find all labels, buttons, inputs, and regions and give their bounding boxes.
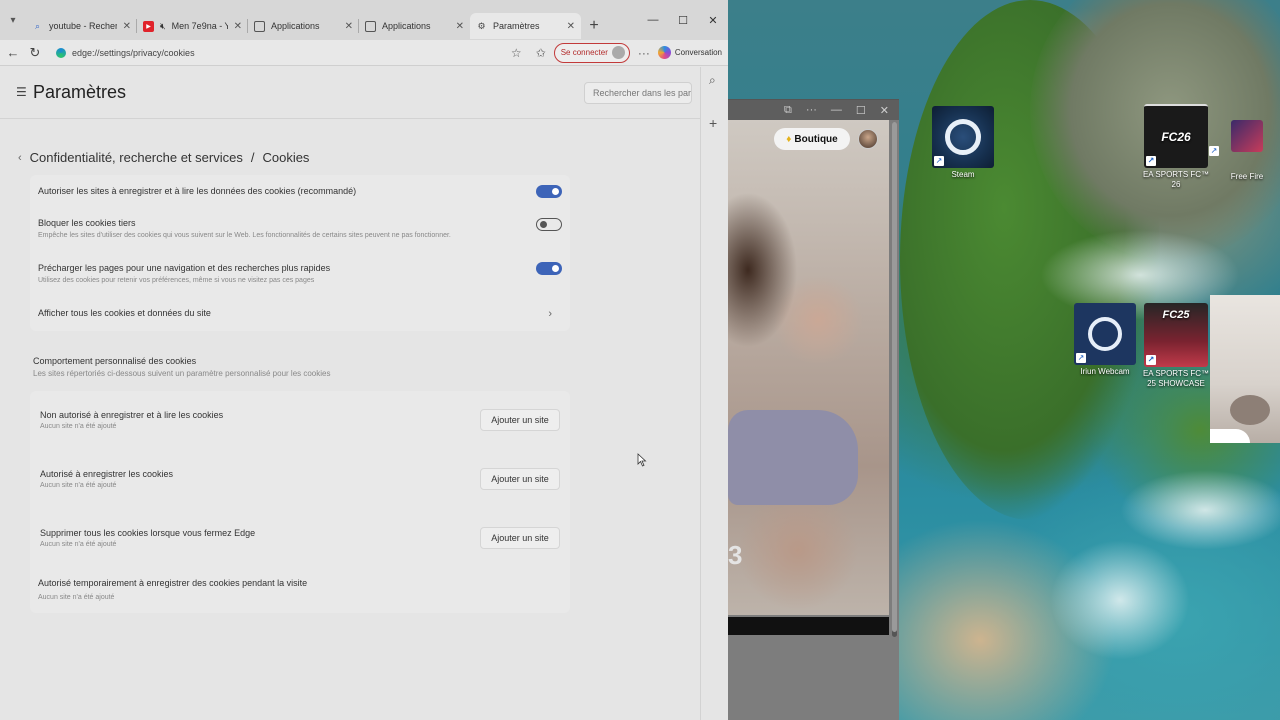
setting-row-allow-cookies: Autoriser les sites à enregistrer et à l… <box>38 185 562 198</box>
refresh-icon[interactable]: ↻ <box>28 45 42 61</box>
back-arrow-icon[interactable]: ← <box>6 45 20 60</box>
more-options-icon[interactable]: ··· <box>638 46 650 60</box>
page-icon <box>254 20 265 32</box>
add-site-clear-on-exit-button[interactable]: Ajouter un site <box>480 527 560 549</box>
page-icon <box>365 20 376 32</box>
desktop-icon-steam[interactable]: ↗ Steam <box>928 106 998 180</box>
close-tab-icon[interactable]: ✕ <box>456 21 464 32</box>
desktop-icon-label: Free Fire <box>1230 172 1264 181</box>
desktop-icon-iriun[interactable]: ↗ Iriun Webcam <box>1070 303 1140 377</box>
profile-avatar-icon <box>611 46 625 59</box>
more-icon[interactable]: ··· <box>806 104 817 116</box>
preload-toggle[interactable] <box>536 262 562 275</box>
youtube-icon: ▶ <box>143 20 154 32</box>
search-icon[interactable]: ⌕ <box>709 73 716 88</box>
settings-search-input[interactable]: Rechercher dans les par <box>584 82 692 104</box>
avatar[interactable] <box>858 129 878 149</box>
desktop-icon-label: EA SPORTS FC™ 26 <box>1142 170 1210 189</box>
muted-speaker-icon[interactable]: 🔇︎ <box>160 21 166 32</box>
list-item: Autorisé à enregistrer les cookies Aucun… <box>40 468 560 490</box>
list-item: Supprimer tous les cookies lorsque vous … <box>40 527 560 549</box>
list-item: Autorisé temporairement à enregistrer de… <box>38 578 308 601</box>
scrollbar[interactable] <box>892 122 897 637</box>
photo-window[interactable] <box>1210 295 1280 443</box>
copilot-conversation-button[interactable]: Conversation <box>657 46 722 59</box>
tab-youtube-search[interactable]: ⌕ youtube - Recherche ✕ <box>26 13 137 39</box>
allow-cookies-toggle[interactable] <box>536 185 562 198</box>
close-tab-icon[interactable]: ✕ <box>567 21 575 32</box>
desktop-icon-fc26[interactable]: FC26 ↗ EA SPORTS FC™ 26 <box>1141 104 1211 190</box>
add-site-allow-button[interactable]: Ajouter un site <box>480 468 560 490</box>
gear-icon: ⚙ <box>477 20 486 31</box>
close-tab-icon[interactable]: ✕ <box>234 21 242 32</box>
edge-sidebar: ⌕ + <box>700 67 728 720</box>
tab-strip: ▾ ⌕ youtube - Recherche ✕ ▶ 🔇︎ Men 7e9na… <box>0 0 728 40</box>
favorites-icon[interactable]: ✩ <box>536 46 546 60</box>
video-bar <box>728 617 889 635</box>
settings-header: ☰ Paramètres Rechercher dans les par <box>0 67 700 119</box>
tab-actions-chevron-icon[interactable]: ▾ <box>0 0 26 40</box>
search-icon: ⌕ <box>34 20 41 31</box>
tab-applications-1[interactable]: Applications ✕ <box>248 13 359 39</box>
breadcrumb: ‹ Confidentialité, recherche et services… <box>18 150 310 165</box>
chevron-right-icon: › <box>548 308 552 320</box>
video-frame[interactable]: 3 <box>728 120 889 635</box>
close-icon[interactable]: ✕ <box>880 104 889 117</box>
diamond-icon: ♦ <box>786 133 792 145</box>
desktop-icon-label: Iriun Webcam <box>1080 367 1130 376</box>
minimize-icon[interactable]: — <box>831 104 842 116</box>
favorite-star-icon[interactable]: ☆ <box>511 46 522 60</box>
boutique-button[interactable]: ♦ Boutique <box>774 128 850 150</box>
setting-row-preload: Précharger les pages pour une navigation… <box>38 262 562 284</box>
window-controls: — ☐ ✕ <box>638 10 728 30</box>
add-site-block-button[interactable]: Ajouter un site <box>480 409 560 431</box>
steam-icon: ↗ <box>932 106 994 168</box>
edge-logo-icon <box>56 47 66 58</box>
list-item: Non autorisé à enregistrer et à lire les… <box>40 409 560 431</box>
fc25-icon: FC25 ↗ <box>1144 303 1208 367</box>
back-chevron-icon[interactable]: ‹ <box>18 152 22 164</box>
setting-row-block-third-party: Bloquer les cookies tiers Empêche les si… <box>38 218 562 239</box>
webcam-icon: ↗ <box>1074 303 1136 365</box>
tab-applications-2[interactable]: Applications ✕ <box>359 13 470 39</box>
block-third-party-toggle[interactable] <box>536 218 562 231</box>
maximize-icon[interactable]: ☐ <box>856 104 866 117</box>
breadcrumb-parent[interactable]: Confidentialité, recherche et services <box>30 150 243 165</box>
overlay-number: 3 <box>728 540 743 570</box>
settings-page: ☰ Paramètres Rechercher dans les par ‹ C… <box>0 67 700 720</box>
desktop-icon-label: Steam <box>951 170 975 179</box>
close-icon[interactable]: ✕ <box>698 10 728 30</box>
maximize-icon[interactable]: ☐ <box>668 10 698 30</box>
new-tab-button[interactable]: + <box>581 13 607 39</box>
app-window[interactable]: ⧉ ··· — ☐ ✕ 3 ♦ Boutique <box>728 99 899 720</box>
freefire-icon: ↗ <box>1209 120 1263 156</box>
snap-icon[interactable]: ⧉ <box>784 104 792 117</box>
url-text: edge://settings/privacy/cookies <box>72 47 195 58</box>
desktop-icon-freefire[interactable]: ↗ Free Fire <box>1209 120 1280 182</box>
desktop-icon-label: EA SPORTS FC™ 25 SHOWCASE <box>1142 369 1210 388</box>
desktop-icon-fc25[interactable]: FC25 ↗ EA SPORTS FC™ 25 SHOWCASE <box>1141 303 1211 389</box>
tab-settings[interactable]: ⚙ Paramètres ✕ <box>470 13 581 39</box>
page-title: Paramètres <box>33 82 127 102</box>
custom-cookies-card: Non autorisé à enregistrer et à lire les… <box>30 391 570 613</box>
fc26-icon: FC26 ↗ <box>1144 104 1208 168</box>
address-bar[interactable]: edge://settings/privacy/cookies ☆ <box>50 43 528 63</box>
copilot-icon <box>657 46 671 59</box>
mouse-cursor-icon <box>637 453 647 467</box>
cookies-settings-card: Autoriser les sites à enregistrer et à l… <box>30 175 570 331</box>
menu-icon[interactable]: ☰ <box>16 85 27 99</box>
sign-in-button[interactable]: Se connecter <box>553 42 630 63</box>
edge-window: ▾ ⌕ youtube - Recherche ✕ ▶ 🔇︎ Men 7e9na… <box>0 0 728 720</box>
tab-youtube-video[interactable]: ▶ 🔇︎ Men 7e9na - Yo ✕ <box>137 13 248 39</box>
add-sidebar-app-icon[interactable]: + <box>709 115 717 131</box>
close-tab-icon[interactable]: ✕ <box>345 21 353 32</box>
custom-behavior-title: Comportement personnalisé des cookies <box>33 356 197 366</box>
browser-toolbar: ← ↻ edge://settings/privacy/cookies ☆ ✩ … <box>0 40 728 66</box>
custom-behavior-subtitle: Les sites répertoriés ci-dessous suivent… <box>33 369 331 378</box>
breadcrumb-current: Cookies <box>262 150 310 165</box>
minimize-icon[interactable]: — <box>638 10 668 30</box>
close-tab-icon[interactable]: ✕ <box>123 21 131 32</box>
view-all-cookies-link[interactable]: Afficher tous les cookies et données du … <box>38 308 562 320</box>
app-titlebar: ⧉ ··· — ☐ ✕ <box>728 100 899 120</box>
